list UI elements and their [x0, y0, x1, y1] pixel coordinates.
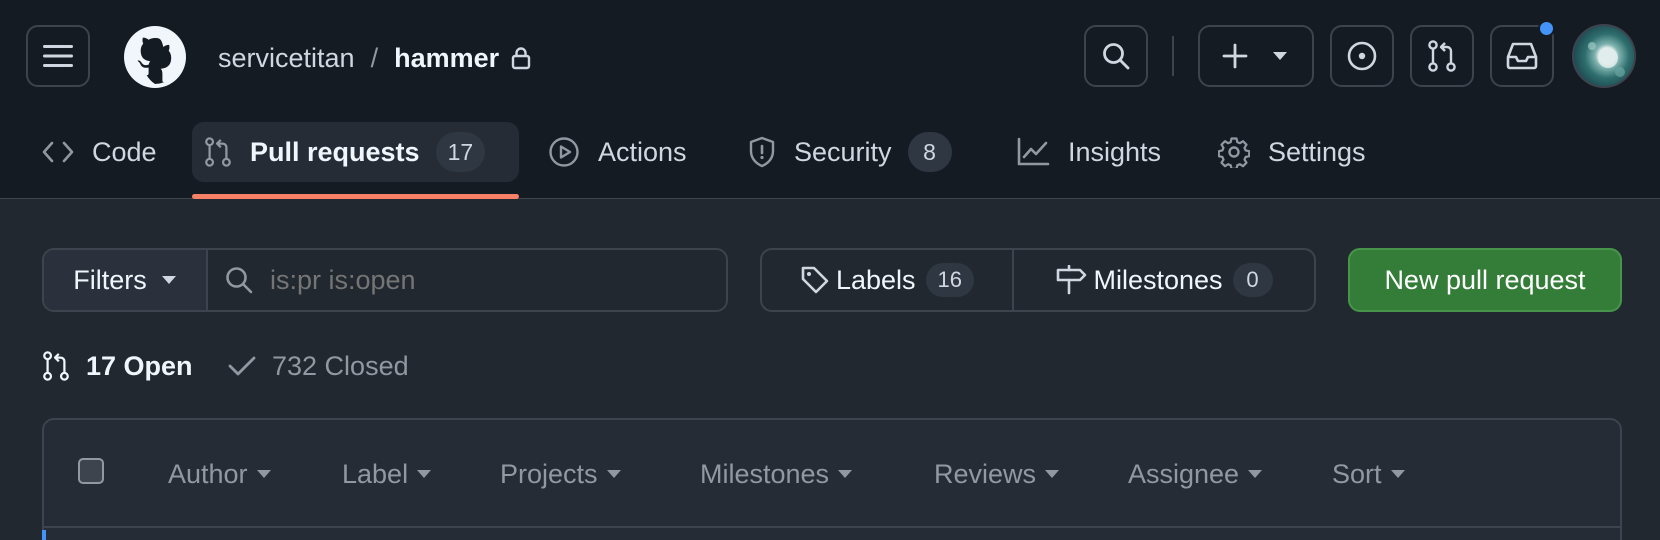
- search-field[interactable]: [208, 250, 726, 310]
- git-pull-request-icon: [43, 351, 69, 381]
- header-divider: [1172, 36, 1174, 76]
- git-pull-request-icon: [1428, 40, 1456, 72]
- notification-dot: [1538, 20, 1555, 37]
- tab-security-label: Security: [794, 136, 892, 167]
- graph-icon: [1017, 137, 1050, 166]
- shield-icon: [749, 136, 775, 168]
- author-filter-label: Author: [168, 458, 248, 489]
- tab-insights[interactable]: Insights: [1004, 122, 1177, 182]
- labels-button[interactable]: Labels 16: [762, 250, 1014, 310]
- search-button[interactable]: [1084, 25, 1148, 87]
- new-pull-request-button[interactable]: New pull request: [1348, 248, 1622, 312]
- selected-tab-underline: [192, 194, 519, 199]
- breadcrumb: servicetitan / hammer: [218, 38, 531, 78]
- labels-count: 16: [925, 263, 975, 297]
- pull-requests-count: 17: [435, 132, 486, 172]
- triangle-down-icon: [1248, 470, 1263, 478]
- labels-label: Labels: [835, 264, 916, 295]
- milestones-count: 0: [1232, 263, 1273, 297]
- triangle-down-icon: [1390, 470, 1405, 478]
- triangle-down-icon: [256, 470, 271, 478]
- tab-code-label: Code: [92, 136, 157, 167]
- inbox-icon: [1506, 42, 1538, 70]
- reviews-filter-label: Reviews: [934, 458, 1037, 489]
- pull-request-list: Author Label Projects Milestones Reviews…: [42, 418, 1622, 540]
- tab-insights-label: Insights: [1068, 136, 1162, 167]
- issue-opened-icon: [1347, 41, 1377, 71]
- triangle-down-icon: [417, 470, 432, 478]
- app-header: servicetitan / hammer Code Pull requests…: [0, 0, 1660, 199]
- unread-indicator: [42, 530, 46, 540]
- triangle-down-icon: [161, 276, 176, 284]
- author-filter[interactable]: Author: [168, 454, 272, 494]
- state-toggle-open[interactable]: 17 Open: [42, 344, 193, 388]
- play-icon: [549, 137, 579, 167]
- create-new-button[interactable]: [1198, 25, 1314, 87]
- triangle-down-icon: [838, 470, 853, 478]
- gear-icon: [1218, 137, 1250, 168]
- github-mark-icon: [124, 26, 186, 88]
- tab-settings-label: Settings: [1268, 136, 1366, 167]
- tab-pull-requests[interactable]: Pull requests 17: [192, 122, 519, 182]
- label-filter-label: Label: [342, 458, 409, 489]
- search-input[interactable]: [270, 264, 690, 296]
- filters-label: Filters: [73, 264, 147, 295]
- tab-actions-label: Actions: [598, 136, 687, 167]
- sort-dropdown[interactable]: Sort: [1332, 454, 1406, 494]
- label-filter[interactable]: Label: [342, 454, 432, 494]
- tab-security[interactable]: Security 8: [736, 122, 968, 182]
- milestones-label: Milestones: [1093, 264, 1223, 295]
- labels-milestones-group: Labels 16 Milestones 0: [760, 248, 1316, 312]
- search-icon: [226, 267, 253, 294]
- reviews-filter[interactable]: Reviews: [934, 454, 1060, 494]
- plus-icon: [1222, 43, 1248, 69]
- git-pull-request-icon: [205, 137, 231, 167]
- breadcrumb-repo[interactable]: hammer: [394, 43, 499, 74]
- lock-icon: [511, 47, 531, 70]
- state-toggle-closed[interactable]: 732 Closed: [228, 344, 409, 388]
- milestones-filter[interactable]: Milestones: [700, 454, 853, 494]
- tag-icon: [801, 266, 829, 294]
- triangle-down-icon: [1273, 52, 1287, 60]
- hamburger-icon: [43, 45, 73, 67]
- projects-filter[interactable]: Projects: [500, 454, 622, 494]
- tab-actions[interactable]: Actions: [536, 122, 703, 182]
- filter-search-group: Filters: [42, 248, 728, 312]
- open-count-label: 17 Open: [86, 350, 193, 381]
- menu-button[interactable]: [26, 25, 90, 87]
- assignee-filter-label: Assignee: [1128, 458, 1240, 489]
- milestone-icon: [1057, 265, 1087, 295]
- check-icon: [228, 356, 256, 376]
- security-count: 8: [907, 132, 952, 172]
- breadcrumb-separator: /: [370, 42, 379, 73]
- tab-pull-requests-label: Pull requests: [250, 136, 420, 167]
- issues-button[interactable]: [1330, 25, 1394, 87]
- tab-settings[interactable]: Settings: [1206, 122, 1382, 182]
- tab-code[interactable]: Code: [30, 122, 173, 182]
- assignee-filter[interactable]: Assignee: [1128, 454, 1263, 494]
- triangle-down-icon: [606, 470, 621, 478]
- github-logo[interactable]: [124, 26, 186, 88]
- avatar[interactable]: [1572, 24, 1636, 88]
- filters-button[interactable]: Filters: [44, 250, 208, 310]
- select-all-checkbox[interactable]: [78, 458, 104, 484]
- pull-requests-button[interactable]: [1410, 25, 1474, 87]
- closed-count-label: 732 Closed: [272, 350, 409, 381]
- search-icon: [1103, 43, 1130, 70]
- milestones-filter-label: Milestones: [700, 458, 830, 489]
- list-header: Author Label Projects Milestones Reviews…: [44, 420, 1620, 528]
- avatar-image-icon: [1588, 42, 1625, 77]
- sort-dropdown-label: Sort: [1332, 458, 1382, 489]
- projects-filter-label: Projects: [500, 458, 598, 489]
- milestones-button[interactable]: Milestones 0: [1014, 250, 1314, 310]
- breadcrumb-owner[interactable]: servicetitan: [218, 43, 355, 74]
- code-icon: [42, 141, 74, 163]
- triangle-down-icon: [1045, 470, 1060, 478]
